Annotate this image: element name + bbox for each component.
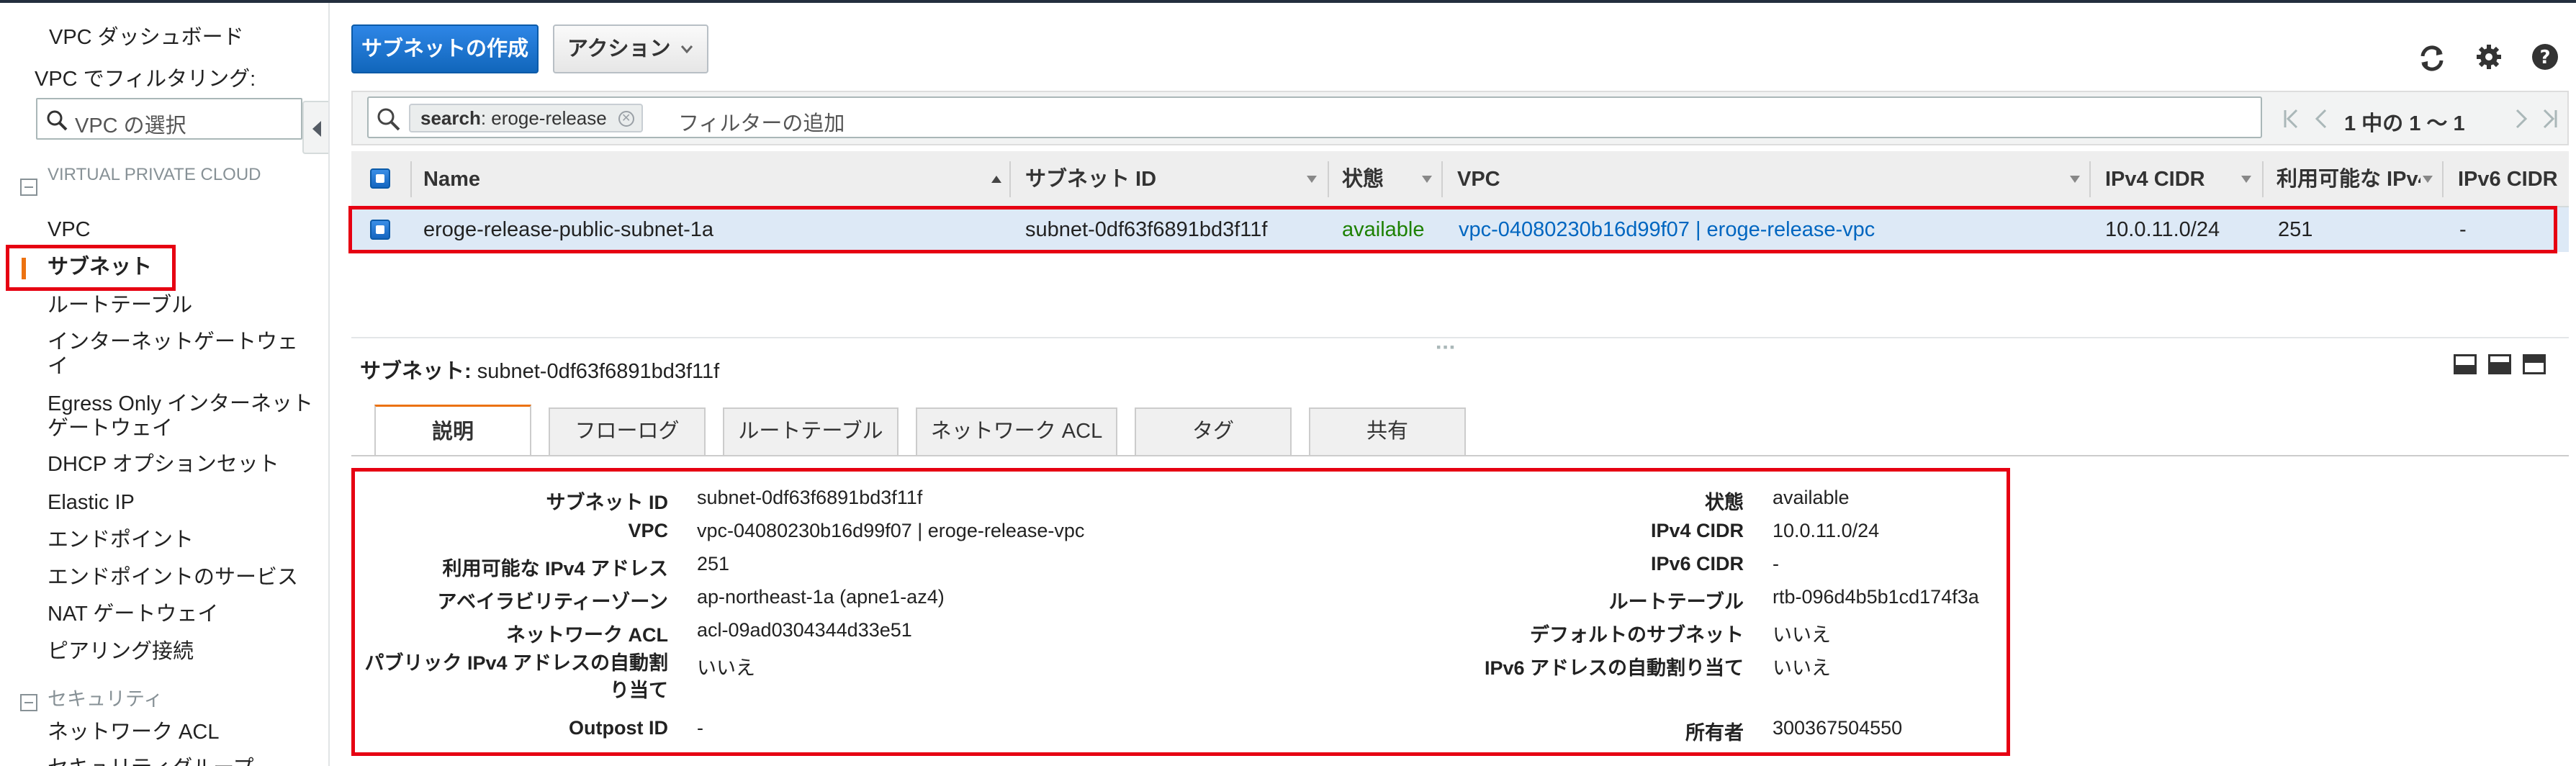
- sidebar-collapse-button[interactable]: [302, 101, 328, 154]
- actions-button-label: アクション: [567, 37, 671, 60]
- column-divider: [1009, 161, 1011, 197]
- filter-token[interactable]: search: eroge-release ✕: [409, 104, 643, 132]
- collapse-section-icon[interactable]: [20, 694, 37, 711]
- top-bar: [0, 0, 2576, 3]
- column-header-ipv4-cidr[interactable]: IPv4 CIDR: [2105, 151, 2205, 207]
- sort-ascending-icon[interactable]: [991, 175, 1002, 184]
- detail-title-value: subnet-0df63f6891bd3f11f: [477, 360, 720, 383]
- chevron-down-icon[interactable]: [2069, 175, 2081, 184]
- chevron-down-icon[interactable]: [1421, 175, 1433, 184]
- tab-network-acl[interactable]: ネットワーク ACL: [916, 407, 1117, 455]
- highlight-box-row: [348, 206, 2557, 253]
- tab-description[interactable]: 説明: [374, 405, 531, 456]
- column-divider: [410, 161, 412, 197]
- detail-title-label: サブネット:: [360, 360, 472, 383]
- create-subnet-button[interactable]: サブネットの作成: [351, 24, 539, 73]
- pagination-text: 1 中の 1 〜 1: [2344, 112, 2465, 135]
- tab-sharing[interactable]: 共有: [1309, 407, 1466, 455]
- collapse-section-icon[interactable]: [20, 179, 37, 196]
- sidebar-item-endpoint-services[interactable]: エンドポイントのサービス: [48, 565, 328, 590]
- search-icon: [47, 110, 68, 131]
- sidebar-item-egress-only-gateways[interactable]: Egress Only インターネットゲートウェイ: [48, 392, 314, 441]
- refresh-icon[interactable]: [2417, 43, 2447, 73]
- tab-flow-logs[interactable]: フローログ: [549, 407, 706, 455]
- layout-split-icon[interactable]: [2488, 354, 2511, 374]
- select-all-checkbox[interactable]: [370, 168, 390, 189]
- close-icon[interactable]: ✕: [618, 111, 634, 127]
- last-page-icon[interactable]: [2541, 108, 2559, 130]
- filter-token-value: : eroge-release: [480, 107, 607, 129]
- sidebar-item-security-groups[interactable]: セキュリティグループ: [48, 756, 328, 766]
- highlight-box-sidebar: [6, 245, 176, 291]
- column-header-ipv6-cidr[interactable]: IPv6 CIDR: [2458, 151, 2558, 207]
- sidebar-item-internet-gateways[interactable]: インターネットゲートウェイ: [48, 330, 314, 379]
- column-header-subnet-id[interactable]: サブネット ID: [1025, 151, 1156, 207]
- column-divider: [1328, 161, 1329, 197]
- column-header-vpc[interactable]: VPC: [1457, 151, 1500, 207]
- prev-page-icon[interactable]: [2314, 108, 2328, 130]
- column-divider: [2262, 161, 2264, 197]
- filter-input[interactable]: search: eroge-release ✕ フィルターの追加: [367, 96, 2262, 138]
- vpc-select[interactable]: VPC の選択: [36, 98, 302, 140]
- next-page-icon[interactable]: [2514, 108, 2528, 130]
- column-divider: [2089, 161, 2091, 197]
- chevron-down-icon[interactable]: [2422, 175, 2433, 184]
- tab-tags[interactable]: タグ: [1135, 407, 1292, 455]
- tab-route-table[interactable]: ルートテーブル: [723, 407, 899, 455]
- help-icon[interactable]: ?: [2531, 43, 2559, 71]
- sidebar-item-route-tables[interactable]: ルートテーブル: [48, 293, 328, 317]
- sidebar-item-nat-gateways[interactable]: NAT ゲートウェイ: [48, 602, 328, 626]
- sidebar: VPC ダッシュボード VPC でフィルタリング: VPC の選択 VIRTUA…: [0, 3, 330, 766]
- detail-title: サブネット: subnet-0df63f6891bd3f11f: [360, 354, 719, 384]
- vpc-select-placeholder: VPC の選択: [75, 114, 186, 138]
- gear-icon[interactable]: [2475, 43, 2503, 71]
- filter-placeholder: フィルターの追加: [678, 112, 845, 135]
- chevron-down-icon[interactable]: [1306, 175, 1318, 184]
- section-vpc-heading: VIRTUAL PRIVATE CLOUD: [48, 165, 261, 184]
- chevron-down-icon[interactable]: [2241, 175, 2252, 184]
- actions-button[interactable]: アクション: [553, 24, 708, 73]
- sidebar-item-vpc[interactable]: VPC: [48, 217, 328, 242]
- sidebar-item-endpoints[interactable]: エンドポイント: [48, 528, 328, 552]
- filter-token-key: search: [420, 107, 481, 129]
- splitter-grip[interactable]: ▪▪▪: [1436, 340, 1456, 355]
- vpc-filter-label: VPC でフィルタリング:: [35, 68, 256, 91]
- search-icon: [377, 108, 400, 131]
- section-security-heading: セキュリティ: [48, 688, 163, 710]
- sidebar-item-dhcp-options[interactable]: DHCP オプションセット: [48, 452, 328, 477]
- column-header-available-ipv4[interactable]: 利用可能な IPv4: [2276, 151, 2420, 207]
- column-divider: [2442, 161, 2444, 197]
- filter-bar: search: eroge-release ✕ フィルターの追加 1 中の 1 …: [351, 91, 2569, 145]
- sidebar-dashboard-link[interactable]: VPC ダッシュボード: [49, 20, 244, 50]
- svg-text:?: ?: [2539, 47, 2550, 68]
- layout-top-icon[interactable]: [2523, 354, 2546, 374]
- column-header-name[interactable]: Name: [423, 151, 480, 207]
- first-page-icon[interactable]: [2282, 108, 2300, 130]
- layout-bottom-icon[interactable]: [2454, 354, 2477, 374]
- tabs-underline: [351, 455, 2569, 456]
- grid-header: Name サブネット ID 状態 VPC IPv4 CIDR 利用可能な IPv…: [351, 151, 2569, 207]
- sidebar-item-peering[interactable]: ピアリング接続: [48, 639, 328, 664]
- column-header-state[interactable]: 状態: [1342, 151, 1384, 207]
- sidebar-item-network-acl[interactable]: ネットワーク ACL: [48, 720, 328, 744]
- highlight-box-details: [351, 468, 2010, 756]
- chevron-down-icon: [681, 45, 693, 53]
- pane-splitter[interactable]: [351, 337, 2569, 338]
- column-divider: [1441, 161, 1443, 197]
- sidebar-item-elastic-ip[interactable]: Elastic IP: [48, 490, 328, 515]
